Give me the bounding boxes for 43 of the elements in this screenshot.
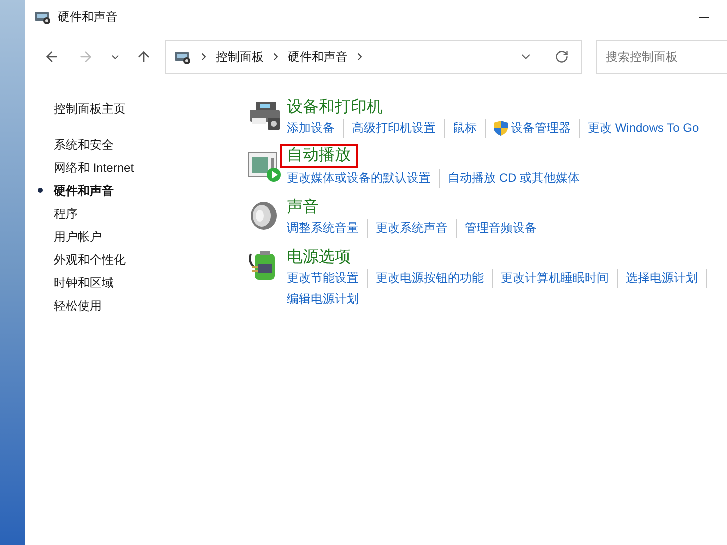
category-heading-link[interactable]: 自动播放 — [280, 144, 358, 168]
category-heading-link[interactable]: 电源选项 — [287, 248, 351, 268]
task-link[interactable]: 选择电源计划 — [626, 269, 698, 288]
minimize-icon — [699, 16, 709, 18]
window-title: 硬件和声音 — [58, 9, 118, 26]
task-link[interactable]: 添加设备 — [287, 119, 335, 138]
task-link[interactable]: 更改电源按钮的功能 — [376, 269, 484, 288]
breadcrumb-link[interactable]: 控制面板 — [216, 48, 264, 66]
category-heading-link[interactable]: 声音 — [287, 198, 319, 218]
task-link[interactable]: 鼠标 — [453, 119, 477, 138]
task-link[interactable]: 编辑电源计划 — [287, 290, 359, 309]
sidebar-link[interactable]: 外观和个性化 — [54, 250, 126, 268]
up-arrow-icon — [136, 49, 152, 65]
sidebar-link[interactable]: 轻松使用 — [54, 296, 102, 314]
control-panel-icon — [174, 49, 192, 65]
sidebar-link[interactable]: 网络和 Internet — [54, 158, 134, 176]
task-link[interactable]: 设备管理器 — [511, 119, 571, 138]
breadcrumb-link[interactable]: 硬件和声音 — [288, 48, 348, 66]
sidebar-home-link[interactable]: 控制面板主页 — [54, 100, 243, 120]
task-link[interactable]: 自动播放 CD 或其他媒体 — [448, 169, 580, 188]
media-window-icon — [248, 150, 282, 182]
sidebar-link[interactable]: 硬件和声音 — [54, 182, 114, 200]
refresh-icon[interactable] — [555, 50, 569, 64]
printer-icon — [248, 100, 282, 132]
task-link[interactable]: 调整系统音量 — [287, 219, 359, 238]
bullet-icon — [38, 188, 43, 193]
task-link[interactable]: 更改媒体或设备的默认设置 — [287, 169, 431, 188]
sidebar-link[interactable]: 程序 — [54, 204, 78, 222]
task-link[interactable]: 管理音频设备 — [465, 219, 537, 238]
sidebar-link[interactable]: 用户帐户 — [54, 228, 102, 246]
sidebar-link[interactable]: 时钟和区域 — [54, 274, 114, 292]
task-link[interactable]: 更改 Windows To Go — [588, 119, 700, 138]
category-heading-link[interactable]: 设备和打印机 — [287, 98, 383, 118]
forward-arrow-icon — [78, 49, 94, 65]
shield-icon — [494, 121, 508, 136]
address-bar[interactable]: 控制面板 硬件和声音 — [165, 40, 582, 74]
task-link[interactable]: 更改节能设置 — [287, 269, 359, 288]
task-link[interactable]: 更改计算机睡眠时间 — [501, 269, 609, 288]
sidebar-link[interactable]: 系统和安全 — [54, 136, 114, 154]
task-link[interactable]: 高级打印机设置 — [352, 119, 436, 138]
search-field[interactable]: 搜索控制面板 — [596, 40, 727, 74]
control-panel-icon — [34, 9, 52, 25]
task-link[interactable]: 更改系统声音 — [376, 219, 448, 238]
